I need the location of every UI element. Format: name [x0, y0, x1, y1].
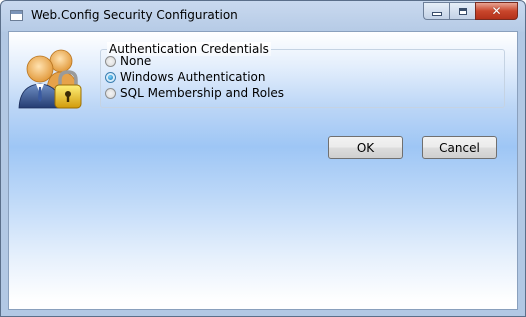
radio-label: Windows Authentication: [120, 70, 266, 84]
window-title: Web.Config Security Configuration: [31, 8, 238, 22]
dialog-content: Authentication Credentials None Windows …: [8, 31, 518, 310]
minimize-icon: [431, 12, 442, 16]
dialog-window: Web.Config Security Configuration ✕ Auth…: [0, 0, 526, 317]
close-icon: ✕: [491, 4, 502, 18]
caption-buttons: ✕: [423, 2, 518, 21]
authentication-credentials-group: Authentication Credentials None Windows …: [100, 42, 505, 108]
minimize-button[interactable]: [423, 2, 449, 20]
title-bar[interactable]: Web.Config Security Configuration ✕: [1, 1, 525, 31]
close-button[interactable]: ✕: [475, 2, 518, 20]
radio-button[interactable]: [105, 55, 116, 67]
ok-button[interactable]: OK: [328, 136, 403, 159]
radio-label: None: [120, 54, 152, 68]
radio-sql-membership-and-roles[interactable]: SQL Membership and Roles: [105, 86, 284, 100]
cancel-button[interactable]: Cancel: [422, 136, 497, 159]
user-lock-icon: [18, 49, 82, 109]
radio-button-selected[interactable]: [105, 71, 116, 83]
radio-none[interactable]: None: [105, 54, 151, 68]
maximize-button[interactable]: [449, 2, 475, 20]
radio-windows-authentication[interactable]: Windows Authentication: [105, 70, 265, 84]
window-icon: [10, 10, 23, 21]
maximize-icon: [458, 7, 467, 15]
radio-label: SQL Membership and Roles: [120, 86, 285, 100]
radio-button[interactable]: [105, 87, 116, 99]
